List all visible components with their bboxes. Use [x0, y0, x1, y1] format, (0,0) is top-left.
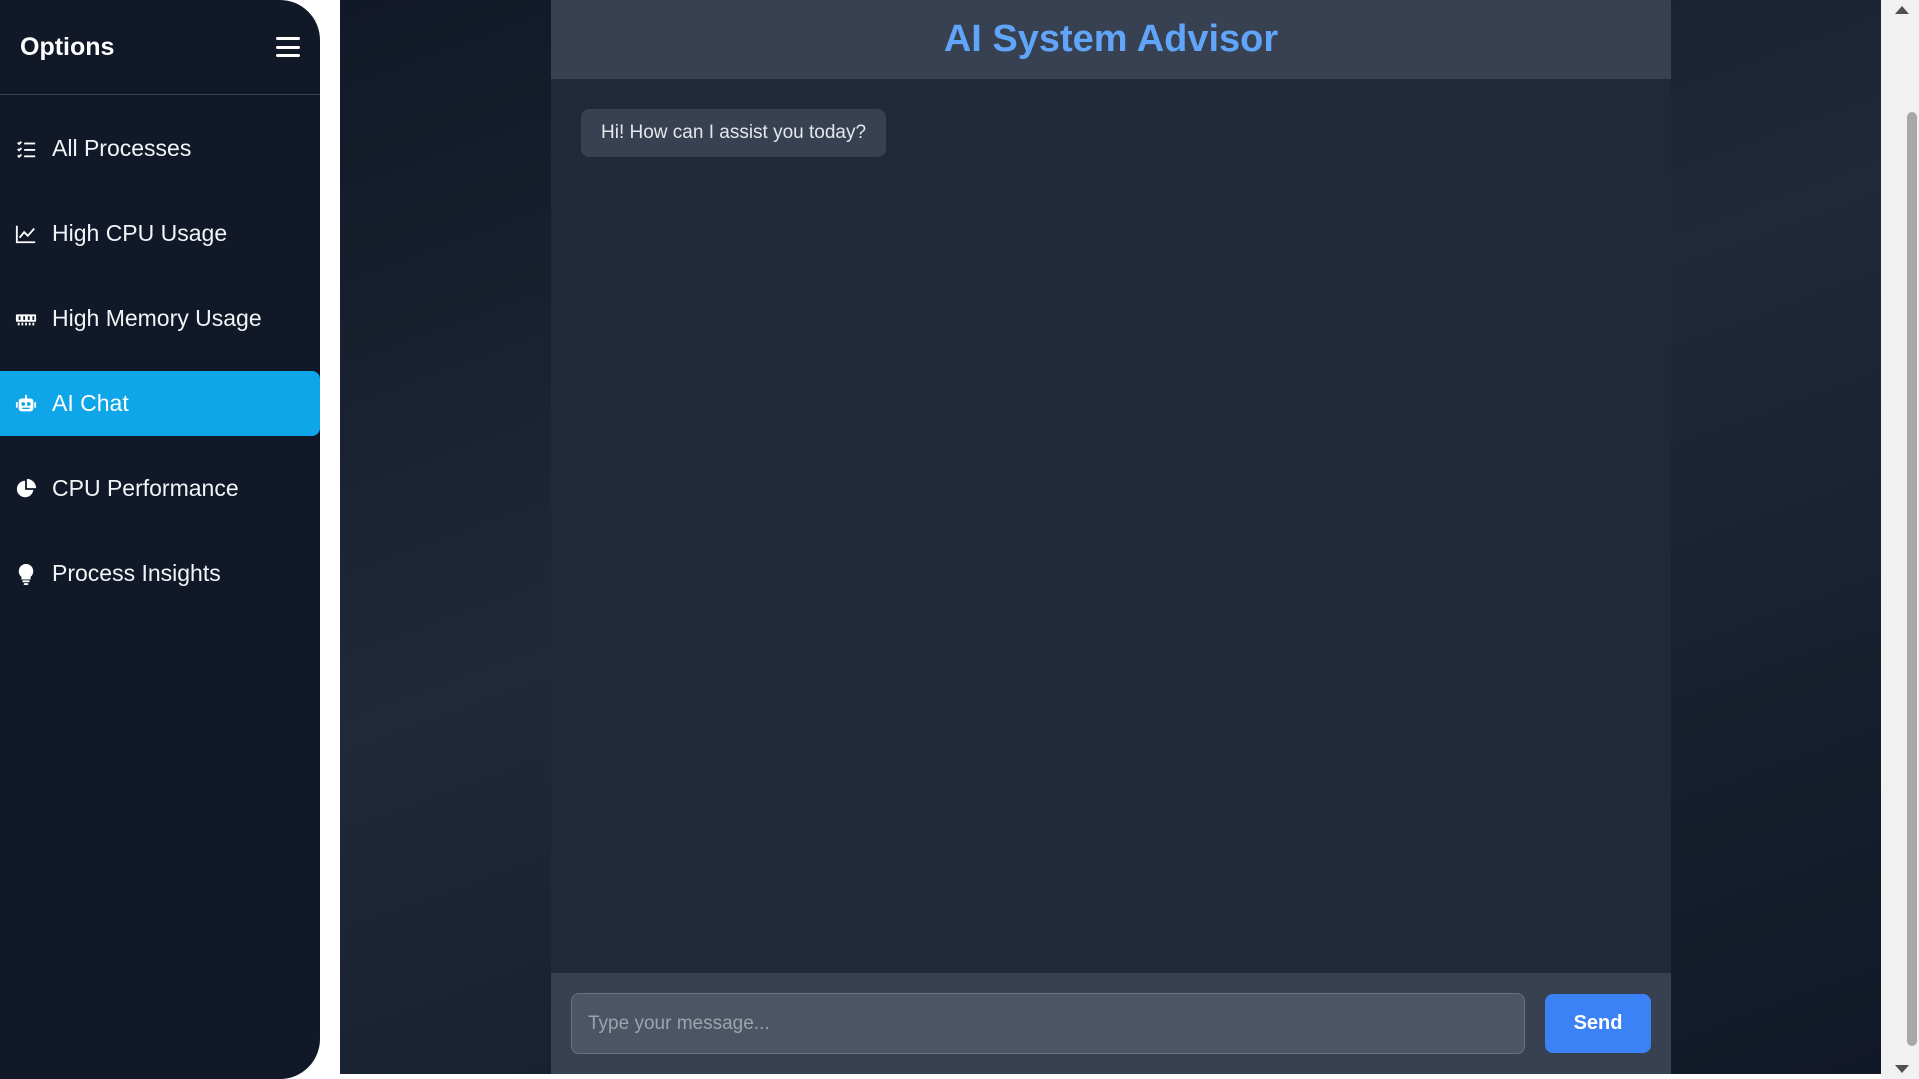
scroll-up-arrow-icon[interactable] [1895, 6, 1909, 14]
pie-chart-icon [14, 477, 38, 501]
sidebar-item-all-processes[interactable]: All Processes [0, 116, 320, 181]
page-scrollbar[interactable] [1881, 0, 1919, 1079]
scroll-down-arrow-icon[interactable] [1895, 1065, 1909, 1073]
sidebar-item-high-cpu-usage[interactable]: High CPU Usage [0, 201, 320, 266]
page-title: AI System Advisor [943, 18, 1279, 60]
sidebar-nav: All Processes High CPU Usage High Memory… [0, 95, 320, 606]
sidebar-item-label: Process Insights [52, 560, 221, 586]
sidebar-item-label: All Processes [52, 135, 192, 161]
assistant-message-bubble: Hi! How can I assist you today? [581, 109, 887, 157]
chat-input-bar: Send [551, 973, 1671, 1074]
sidebar-header: Options [0, 0, 320, 95]
memory-icon [14, 307, 38, 331]
message-list[interactable]: Hi! How can I assist you today? [551, 79, 1671, 973]
message-input[interactable] [571, 993, 1526, 1054]
sidebar-item-cpu-performance[interactable]: CPU Performance [0, 456, 320, 521]
send-button[interactable]: Send [1545, 994, 1651, 1053]
sidebar: Options All Processes High CPU Usage Hig… [0, 0, 320, 1079]
sidebar-item-label: High Memory Usage [52, 305, 262, 331]
sidebar-item-ai-chat[interactable]: AI Chat [0, 371, 320, 436]
lightbulb-icon [14, 562, 38, 586]
list-check-icon [14, 137, 38, 161]
viewport: Options All Processes High CPU Usage Hig… [0, 0, 1919, 1079]
sidebar-item-label: CPU Performance [52, 475, 239, 501]
sidebar-item-high-memory-usage[interactable]: High Memory Usage [0, 286, 320, 351]
scroll-thumb[interactable] [1907, 112, 1917, 1046]
line-chart-icon [14, 222, 38, 246]
sidebar-title: Options [20, 32, 115, 61]
sidebar-item-label: AI Chat [52, 390, 129, 416]
sidebar-item-label: High CPU Usage [52, 220, 228, 246]
sidebar-item-process-insights[interactable]: Process Insights [0, 541, 320, 606]
hamburger-menu-icon[interactable] [276, 37, 300, 57]
robot-icon [14, 392, 38, 416]
chat-header: AI System Advisor [551, 0, 1671, 79]
chat-panel: AI System Advisor Hi! How can I assist y… [551, 0, 1671, 1074]
